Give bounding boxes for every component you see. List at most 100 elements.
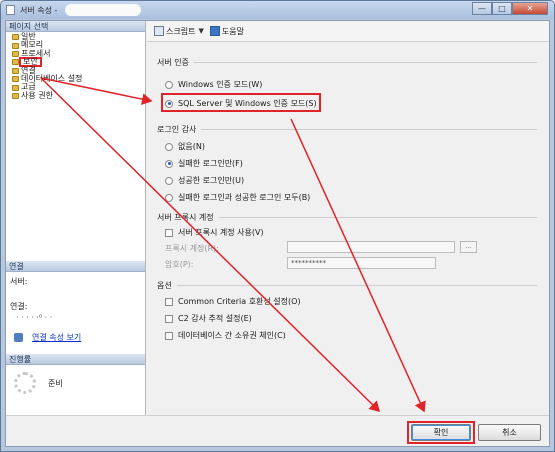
connection-value: · · · · ·⁰ · · bbox=[16, 313, 53, 322]
proxy-title-text: 서버 프록시 계정 bbox=[157, 213, 214, 222]
chevron-down-icon[interactable]: ▼ bbox=[198, 27, 203, 35]
page-list: 일반 메모리 프로세서 보안 연결 데이터베이스 설정 고급 사용 권한 bbox=[6, 32, 145, 100]
login-audit-title-text: 로그인 감사 bbox=[157, 125, 197, 134]
page-icon bbox=[12, 92, 19, 99]
audit-none-label: 없음(N) bbox=[178, 142, 205, 151]
radio-audit-none[interactable] bbox=[165, 142, 173, 151]
help-button[interactable]: 도움말 bbox=[209, 26, 244, 37]
enable-proxy-checkbox[interactable]: 서버 프록시 계정 사용(V) bbox=[165, 227, 264, 238]
checkbox-enable-proxy[interactable] bbox=[165, 228, 173, 237]
proxy-title: 서버 프록시 계정 bbox=[157, 212, 537, 223]
maximize-button[interactable]: □ bbox=[492, 2, 512, 15]
close-button[interactable]: ✕ bbox=[512, 2, 548, 15]
server-auth-group: 서버 인증 Windows 인증 모드(W) SQL Server 및 Wind… bbox=[157, 57, 537, 117]
group-divider bbox=[218, 217, 537, 218]
proxy-password-input[interactable]: ********** bbox=[287, 257, 436, 269]
group-divider bbox=[176, 285, 537, 286]
page-icon bbox=[12, 59, 19, 66]
proxy-account-input[interactable] bbox=[287, 241, 455, 253]
proxy-group: 서버 프록시 계정 서버 프록시 계정 사용(V) 프록시 계정(R): ...… bbox=[157, 212, 537, 272]
mixed-auth-radio[interactable]: SQL Server 및 Windows 인증 모드(S) bbox=[165, 98, 317, 109]
audit-none-radio[interactable]: 없음(N) bbox=[165, 141, 205, 152]
server-auth-title-text: 서버 인증 bbox=[157, 58, 189, 67]
checkbox-common-criteria[interactable] bbox=[165, 297, 173, 306]
window-controls: — □ ✕ bbox=[472, 2, 548, 15]
progress-header: 진행률 bbox=[6, 354, 145, 365]
page-icon bbox=[12, 42, 19, 49]
select-page-header: 페이지 선택 bbox=[6, 21, 145, 32]
window-title: 서버 속성 - bbox=[20, 6, 58, 15]
options-title: 옵션 bbox=[157, 280, 537, 291]
audit-success-radio[interactable]: 성공한 로그인만(U) bbox=[165, 175, 244, 186]
progress-status: 준비 bbox=[48, 378, 63, 388]
radio-windows-auth[interactable] bbox=[165, 80, 173, 89]
mixed-auth-label: SQL Server 및 Windows 인증 모드(S) bbox=[178, 99, 317, 108]
sidebar-item-label: 사용 권한 bbox=[21, 90, 53, 100]
windows-auth-radio[interactable]: Windows 인증 모드(W) bbox=[165, 79, 262, 90]
progress-row: 준비 bbox=[6, 365, 145, 394]
connection-header: 연결 bbox=[6, 261, 145, 272]
audit-both-radio[interactable]: 실패한 로그인과 성공한 로그인 모두(B) bbox=[165, 192, 310, 203]
enable-proxy-label: 서버 프록시 계정 사용(V) bbox=[178, 228, 264, 237]
view-connection-properties[interactable]: 연결 속성 보기 bbox=[6, 322, 145, 343]
help-label: 도움말 bbox=[221, 26, 244, 36]
toolbar: 스크립트 ▼ 도움말 bbox=[147, 21, 549, 42]
sidebar-item-permissions[interactable]: 사용 권한 bbox=[12, 90, 145, 100]
progress-section: 진행률 준비 bbox=[6, 354, 145, 394]
right-pane: 스크립트 ▼ 도움말 서버 인증 Windows 인증 모드(W) SQL Se… bbox=[147, 21, 549, 415]
server-value bbox=[6, 287, 145, 297]
left-pane: 페이지 선택 일반 메모리 프로세서 보안 연결 데이터베이스 설정 고급 사용… bbox=[6, 21, 146, 415]
audit-failed-label: 실패한 로그인만(F) bbox=[178, 159, 243, 168]
proxy-browse-button[interactable]: ... bbox=[460, 241, 477, 253]
audit-success-label: 성공한 로그인만(U) bbox=[178, 176, 245, 185]
script-button[interactable]: 스크립트 ▼ bbox=[154, 26, 204, 37]
minimize-button[interactable]: — bbox=[472, 2, 492, 15]
checkbox-ownership-chaining[interactable] bbox=[165, 331, 173, 340]
connection-label: 연결: bbox=[10, 302, 28, 311]
connection-section: 연결 서버: 연결: · · · · ·⁰ · · 연결 속성 보기 bbox=[6, 261, 145, 343]
ownership-chaining-checkbox[interactable]: 데이터베이스 간 소유권 체인(C) bbox=[165, 330, 286, 341]
progress-spinner-icon bbox=[14, 372, 36, 394]
server-auth-title: 서버 인증 bbox=[157, 57, 537, 68]
title-bar[interactable]: 서버 속성 - — □ ✕ bbox=[1, 1, 554, 19]
options-title-text: 옵션 bbox=[157, 281, 172, 290]
windows-auth-label: Windows 인증 모드(W) bbox=[178, 80, 263, 89]
c2-audit-checkbox[interactable]: C2 감사 추적 설정(E) bbox=[165, 313, 252, 324]
server-properties-window: 서버 속성 - — □ ✕ 페이지 선택 일반 메모리 프로세서 보안 연결 데… bbox=[0, 0, 555, 452]
c2-audit-label: C2 감사 추적 설정(E) bbox=[178, 314, 252, 323]
page-icon bbox=[12, 67, 19, 74]
server-label: 서버: bbox=[10, 277, 28, 286]
radio-mixed-auth[interactable] bbox=[165, 99, 173, 108]
ok-button[interactable]: 확인 bbox=[411, 424, 471, 441]
audit-both-label: 실패한 로그인과 성공한 로그인 모두(B) bbox=[178, 193, 311, 202]
script-label: 스크립트 bbox=[166, 26, 196, 36]
window-app-icon bbox=[6, 5, 15, 15]
radio-audit-both[interactable] bbox=[165, 193, 173, 202]
radio-audit-failed[interactable] bbox=[165, 159, 173, 168]
proxy-password-label: 암호(P): bbox=[165, 260, 194, 269]
audit-failed-radio[interactable]: 실패한 로그인만(F) bbox=[165, 158, 243, 169]
page-icon bbox=[12, 34, 19, 41]
page-icon bbox=[12, 50, 19, 57]
script-icon bbox=[154, 26, 164, 36]
radio-audit-success[interactable] bbox=[165, 176, 173, 185]
group-divider bbox=[201, 129, 537, 130]
group-divider bbox=[193, 62, 537, 63]
checkbox-c2-audit[interactable] bbox=[165, 314, 173, 323]
options-group: 옵션 Common Criteria 호환성 설정(O) C2 감사 추적 설정… bbox=[157, 280, 537, 350]
ownership-chaining-label: 데이터베이스 간 소유권 체인(C) bbox=[178, 331, 286, 340]
connection-properties-icon bbox=[14, 333, 23, 342]
login-audit-group: 로그인 감사 없음(N) 실패한 로그인만(F) 성공한 로그인만(U) 실패한… bbox=[157, 124, 537, 214]
common-criteria-checkbox[interactable]: Common Criteria 호환성 설정(O) bbox=[165, 296, 301, 307]
dialog-client-area: 페이지 선택 일반 메모리 프로세서 보안 연결 데이터베이스 설정 고급 사용… bbox=[5, 20, 550, 447]
view-connection-properties-link[interactable]: 연결 속성 보기 bbox=[32, 332, 81, 343]
redacted-server-name bbox=[65, 4, 141, 16]
page-icon bbox=[12, 84, 19, 91]
proxy-account-label: 프록시 계정(R): bbox=[165, 244, 219, 253]
common-criteria-label: Common Criteria 호환성 설정(O) bbox=[178, 297, 301, 306]
login-audit-title: 로그인 감사 bbox=[157, 124, 537, 135]
cancel-button[interactable]: 취소 bbox=[478, 424, 541, 441]
dialog-button-bar: 확인 취소 bbox=[6, 415, 549, 446]
help-icon bbox=[209, 26, 220, 36]
page-icon bbox=[12, 76, 19, 83]
